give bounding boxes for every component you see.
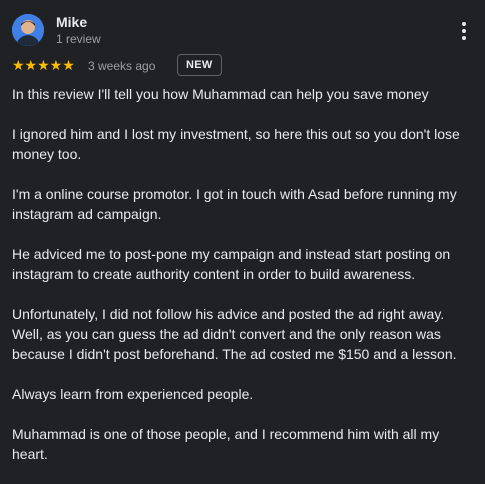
review-paragraph: He adviced me to post-pone my campaign a… (12, 246, 451, 282)
person-avatar-icon (12, 14, 44, 46)
review-paragraph: I ignored him and I lost my investment, … (12, 126, 460, 162)
review-time: 3 weeks ago (88, 59, 156, 73)
more-vertical-icon[interactable] (455, 20, 473, 42)
star-rating: ★★★★★ (12, 57, 75, 73)
reviewer-review-count: 1 review (56, 32, 101, 46)
avatar[interactable] (12, 14, 44, 46)
review-paragraph: Unfortunately, I did not follow his advi… (12, 306, 457, 362)
review-paragraph: Always learn from experienced people. (12, 386, 254, 402)
reviewer-name[interactable]: Mike (56, 14, 87, 30)
review-paragraph: I'm a online course promotor. I got in t… (12, 186, 457, 222)
review-text: In this review I'll tell you how Muhamma… (12, 84, 474, 484)
review-paragraph: Muhammad is one of those people, and I r… (12, 426, 440, 462)
review-meta: ★★★★★ 3 weeks ago NEW (12, 54, 473, 76)
new-badge: NEW (177, 54, 222, 76)
review-paragraph: In this review I'll tell you how Muhamma… (12, 86, 429, 102)
review-header: Mike 1 review (12, 14, 473, 48)
